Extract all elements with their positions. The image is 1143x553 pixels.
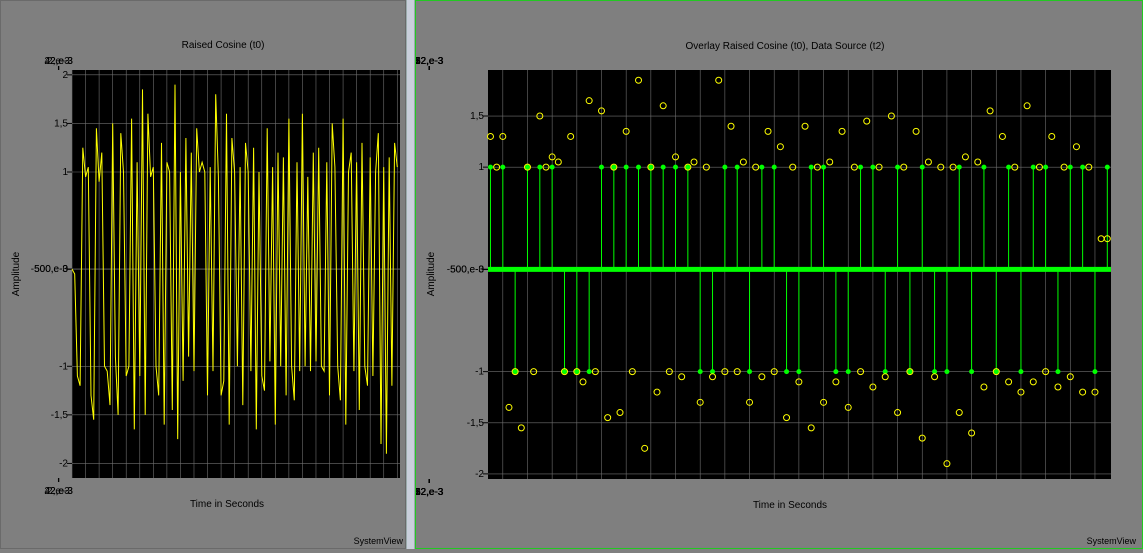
right-stem-point: [660, 164, 666, 170]
right-stem-point: [586, 369, 592, 375]
left-y-tick-label: -500,e-3: [31, 264, 69, 275]
right-stem-point: [1104, 164, 1110, 170]
right-stem-point: [685, 164, 691, 170]
left-brand-label: SystemView: [353, 536, 403, 546]
left-y-tick-label: -1,5: [51, 410, 69, 421]
right-stem-point: [1080, 164, 1086, 170]
right-stem-point: [648, 164, 654, 170]
left-y-tick-label: 1: [62, 167, 68, 178]
right-stem-point: [771, 164, 777, 170]
left-x-tick-label-bottom: 42,e-3: [45, 486, 74, 497]
right-stem-point: [1092, 369, 1098, 375]
left-chart: Raised Cosine (t0) 2,e-322,e-342,e-3 2,e…: [11, 40, 400, 510]
right-stem-point: [673, 164, 679, 170]
right-stem-point: [919, 164, 925, 170]
left-plot-panel[interactable]: Raised Cosine (t0) 2,e-3 22,e-3 42,e-3 2,e…: [0, 0, 406, 549]
left-y-tick-label: 2: [62, 70, 68, 81]
right-stem-point: [845, 369, 851, 375]
right-stem-point: [623, 164, 629, 170]
right-stem-point: [611, 164, 617, 170]
right-brand-label: SystemView: [1086, 536, 1136, 546]
right-stem-point: [808, 164, 814, 170]
right-x-tick-label-top: 52,e-3: [416, 56, 444, 67]
right-stem-point: [944, 369, 950, 375]
right-stem-point: [821, 164, 827, 170]
right-stem-point: [907, 369, 913, 375]
right-y-axis-label: Amplitude: [426, 251, 437, 296]
right-stem-point: [1067, 164, 1073, 170]
left-chart-title: Raised Cosine (t0): [182, 40, 265, 51]
right-stem-point: [956, 164, 962, 170]
right-stem-point: [487, 164, 493, 170]
right-stem-point: [734, 164, 740, 170]
right-stem-point: [574, 369, 580, 375]
right-stem-point: [722, 164, 728, 170]
right-stem-point: [561, 369, 567, 375]
right-y-tick-label: -1,5: [467, 418, 485, 429]
right-stem-point: [1006, 164, 1012, 170]
right-stem-point: [796, 369, 802, 375]
right-plot-area[interactable]: [488, 70, 1111, 479]
right-stem-point: [858, 164, 864, 170]
right-stem-point: [1055, 369, 1061, 375]
left-x-tick-label-top: 42,e-3: [45, 56, 74, 67]
right-stem-point: [549, 164, 555, 170]
right-x-tick-label-bottom: 52,e-3: [416, 487, 444, 498]
right-stem-point: [969, 369, 975, 375]
left-y-tick-label: 1,5: [54, 118, 68, 129]
left-y-tick-label: -2: [59, 458, 68, 469]
right-stem-point: [1030, 164, 1036, 170]
right-y-tick-label: -1: [475, 367, 484, 378]
right-chart: Overlay Raised Cosine (t0), Data Source …: [415, 41, 1111, 511]
right-x-axis-label: Time in Seconds: [753, 500, 827, 511]
right-y-tick-label: 1: [478, 162, 484, 173]
right-stem-point: [759, 164, 765, 170]
right-plot-panel[interactable]: Overlay Raised Cosine (t0), Data Source …: [415, 0, 1143, 549]
right-stem-point: [1018, 369, 1024, 375]
right-stem-point: [993, 369, 999, 375]
left-y-axis-label: Amplitude: [11, 251, 22, 296]
right-stem-point: [598, 164, 604, 170]
right-stem-point: [895, 164, 901, 170]
right-chart-title: Overlay Raised Cosine (t0), Data Source …: [686, 41, 885, 52]
right-stem-point: [537, 164, 543, 170]
right-stem-point: [747, 369, 753, 375]
right-y-tick-label: -500,e-3: [447, 264, 485, 275]
right-y-tick-label: 1,5: [470, 111, 484, 122]
right-stem-point: [784, 369, 790, 375]
right-stem-point: [870, 164, 876, 170]
left-y-tick-label: -1: [59, 361, 68, 372]
right-stem-point: [636, 164, 642, 170]
right-stem-point: [500, 164, 506, 170]
right-stem-point: [697, 369, 703, 375]
right-stem-point: [981, 164, 987, 170]
left-x-axis-label: Time in Seconds: [190, 499, 264, 510]
right-stem-point: [512, 369, 518, 375]
right-stem-point: [1043, 164, 1049, 170]
right-stem-point: [524, 164, 530, 170]
right-stem-point: [833, 369, 839, 375]
panel-splitter[interactable]: [406, 0, 415, 549]
right-y-tick-label: -2: [475, 469, 484, 480]
